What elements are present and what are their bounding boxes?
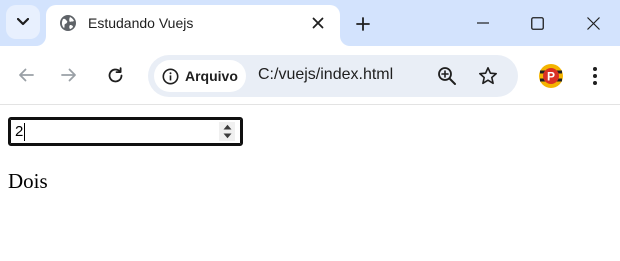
address-bar[interactable]: Arquivo C:/vuejs/index.html xyxy=(148,55,518,97)
minimize-button[interactable] xyxy=(460,6,506,40)
forward-arrow-icon xyxy=(61,68,76,82)
info-icon xyxy=(162,68,179,84)
spin-up-icon[interactable] xyxy=(223,124,232,130)
tab-title: Estudando Vuejs xyxy=(88,15,194,31)
url-text[interactable]: C:/vuejs/index.html xyxy=(258,66,393,84)
maximize-button[interactable] xyxy=(514,6,560,40)
tab-strip: Estudando Vuejs xyxy=(0,0,620,46)
reload-icon xyxy=(108,66,122,82)
spin-down-icon[interactable] xyxy=(223,133,232,139)
window-close-button[interactable] xyxy=(570,6,616,40)
number-spinner[interactable] xyxy=(219,122,235,141)
close-icon[interactable] xyxy=(308,13,328,33)
site-chip-label: Arquivo xyxy=(185,68,238,84)
browser-toolbar: Arquivo C:/vuejs/index.html P xyxy=(0,46,620,105)
avatar[interactable]: P xyxy=(538,63,564,89)
zoom-icon[interactable] xyxy=(435,64,459,88)
kebab-menu-icon xyxy=(593,67,597,85)
number-input-value: 2 xyxy=(15,123,24,140)
plus-icon xyxy=(356,17,370,31)
forward-button[interactable] xyxy=(54,60,84,90)
close-icon xyxy=(586,16,600,30)
minimize-icon xyxy=(477,22,489,24)
text-caret xyxy=(24,123,25,141)
back-arrow-icon xyxy=(19,68,34,82)
avatar-letter: P xyxy=(547,70,555,84)
browser-tab[interactable]: Estudando Vuejs xyxy=(46,5,340,46)
site-info-chip[interactable]: Arquivo xyxy=(154,60,246,92)
new-tab-button[interactable] xyxy=(350,11,376,37)
maximize-icon xyxy=(530,16,544,30)
tab-search-button[interactable] xyxy=(6,5,40,39)
globe-icon xyxy=(59,14,77,32)
output-text: Dois xyxy=(8,169,48,193)
page-content: 2 Dois xyxy=(0,106,620,261)
reload-button[interactable] xyxy=(100,60,130,90)
back-button[interactable] xyxy=(11,60,41,90)
menu-button[interactable] xyxy=(583,61,607,91)
star-icon[interactable] xyxy=(476,64,500,88)
number-input[interactable]: 2 xyxy=(8,117,243,146)
chevron-down-icon xyxy=(17,18,29,26)
